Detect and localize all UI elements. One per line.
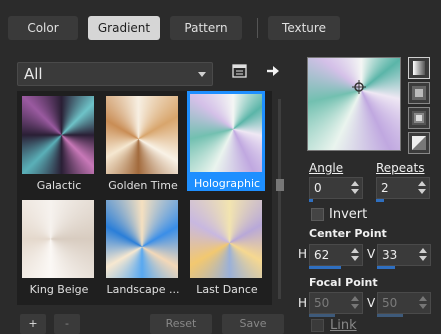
invert-checkbox[interactable] [311, 208, 324, 221]
gradient-swatch [22, 96, 94, 174]
gradient-thumb-king-beige[interactable]: King Beige [19, 197, 97, 297]
link-label: Link [330, 318, 357, 333]
repeats-value: 2 [381, 181, 389, 195]
angle-label: Angle [309, 161, 344, 175]
focal-h-spinbox[interactable]: 50 [309, 292, 363, 314]
gradient-swatch [106, 96, 178, 174]
style-rectangular-icon [412, 86, 426, 100]
style-sunburst-button[interactable] [408, 107, 430, 129]
focal-v-spinbox[interactable]: 50 [377, 292, 431, 314]
gradient-thumb-landscape[interactable]: Landscape ... [103, 197, 181, 297]
spin-arrows-icon[interactable] [417, 180, 427, 196]
gradient-thumbnail-grid: Galactic Golden Time Holographic King Be… [17, 91, 272, 305]
center-h-label: H [298, 247, 308, 261]
style-linear-button[interactable] [408, 57, 430, 79]
gradient-swatch [106, 200, 178, 278]
spin-arrows-icon[interactable] [350, 295, 360, 311]
arrow-right-icon[interactable] [264, 62, 282, 80]
focal-point-label: Focal Point [309, 276, 378, 289]
spin-arrows-icon[interactable] [418, 247, 428, 263]
category-dropdown[interactable]: All [17, 62, 213, 86]
focal-h-label: H [298, 296, 308, 310]
center-v-slider[interactable] [377, 266, 395, 269]
tab-gradient[interactable]: Gradient [88, 16, 160, 40]
repeats-slider[interactable] [376, 199, 384, 202]
spin-arrows-icon[interactable] [350, 247, 360, 263]
gradient-thumb-label: Last Dance [196, 283, 258, 296]
link-checkbox[interactable] [311, 319, 324, 332]
save-button[interactable]: Save [222, 314, 284, 334]
spin-arrows-icon[interactable] [350, 180, 360, 196]
style-radial-icon [412, 136, 426, 150]
gradient-swatch [190, 200, 262, 278]
focal-h-slider[interactable] [309, 314, 335, 317]
focal-v-label: V [367, 296, 376, 310]
scrollbar-handle[interactable] [276, 179, 284, 191]
focal-v-value: 50 [382, 296, 398, 310]
gradient-thumb-last-dance[interactable]: Last Dance [187, 197, 265, 297]
center-v-spinbox[interactable]: 33 [377, 244, 431, 266]
gradient-thumb-holographic[interactable]: Holographic [187, 91, 265, 191]
center-h-spinbox[interactable]: 62 [309, 244, 363, 266]
spin-arrows-icon[interactable] [418, 295, 428, 311]
angle-spinbox[interactable]: 0 [309, 177, 363, 199]
center-h-slider[interactable] [309, 266, 341, 269]
gradient-thumb-golden-time[interactable]: Golden Time [103, 93, 181, 193]
style-sunburst-icon [412, 111, 426, 125]
focal-h-value: 50 [314, 296, 330, 310]
angle-value: 0 [314, 181, 322, 195]
gradient-swatch [22, 200, 94, 278]
style-rectangular-button[interactable] [408, 82, 430, 104]
folder-icon[interactable] [231, 62, 249, 80]
center-v-value: 33 [382, 248, 398, 262]
gradient-thumb-galactic[interactable]: Galactic [19, 93, 97, 193]
tab-bar: Color Gradient Pattern Texture [0, 0, 441, 48]
focal-v-slider[interactable] [377, 314, 403, 317]
repeats-label: Repeats [376, 161, 425, 175]
style-linear-icon [413, 61, 425, 75]
tab-pattern[interactable]: Pattern [170, 16, 242, 40]
gradient-preview[interactable] [307, 57, 401, 151]
gradient-thumb-label: Landscape ... [106, 283, 180, 296]
category-dropdown-value: All [24, 65, 43, 83]
style-radial-button[interactable] [408, 132, 430, 154]
remove-button[interactable]: - [54, 314, 80, 334]
scrollbar-track [278, 99, 281, 299]
center-point-label: Center Point [309, 227, 387, 240]
tab-separator [257, 18, 258, 38]
tab-texture[interactable]: Texture [268, 16, 340, 40]
gradient-thumb-label: King Beige [29, 283, 89, 296]
reset-button[interactable]: Reset [150, 314, 212, 334]
center-h-value: 62 [314, 248, 330, 262]
center-point-handle-icon[interactable] [352, 80, 366, 94]
gradient-thumb-label: Golden Time [108, 179, 178, 192]
thumbnail-scrollbar[interactable] [276, 91, 284, 305]
gradient-thumb-label: Holographic [193, 177, 261, 190]
gradient-swatch [190, 94, 262, 172]
center-v-label: V [367, 247, 376, 261]
invert-label: Invert [329, 207, 368, 222]
chevron-down-icon [198, 72, 206, 77]
angle-slider[interactable] [309, 199, 313, 202]
tab-color[interactable]: Color [8, 16, 78, 40]
repeats-spinbox[interactable]: 2 [376, 177, 430, 199]
gradient-thumb-label: Galactic [36, 179, 82, 192]
add-button[interactable]: + [20, 314, 46, 334]
